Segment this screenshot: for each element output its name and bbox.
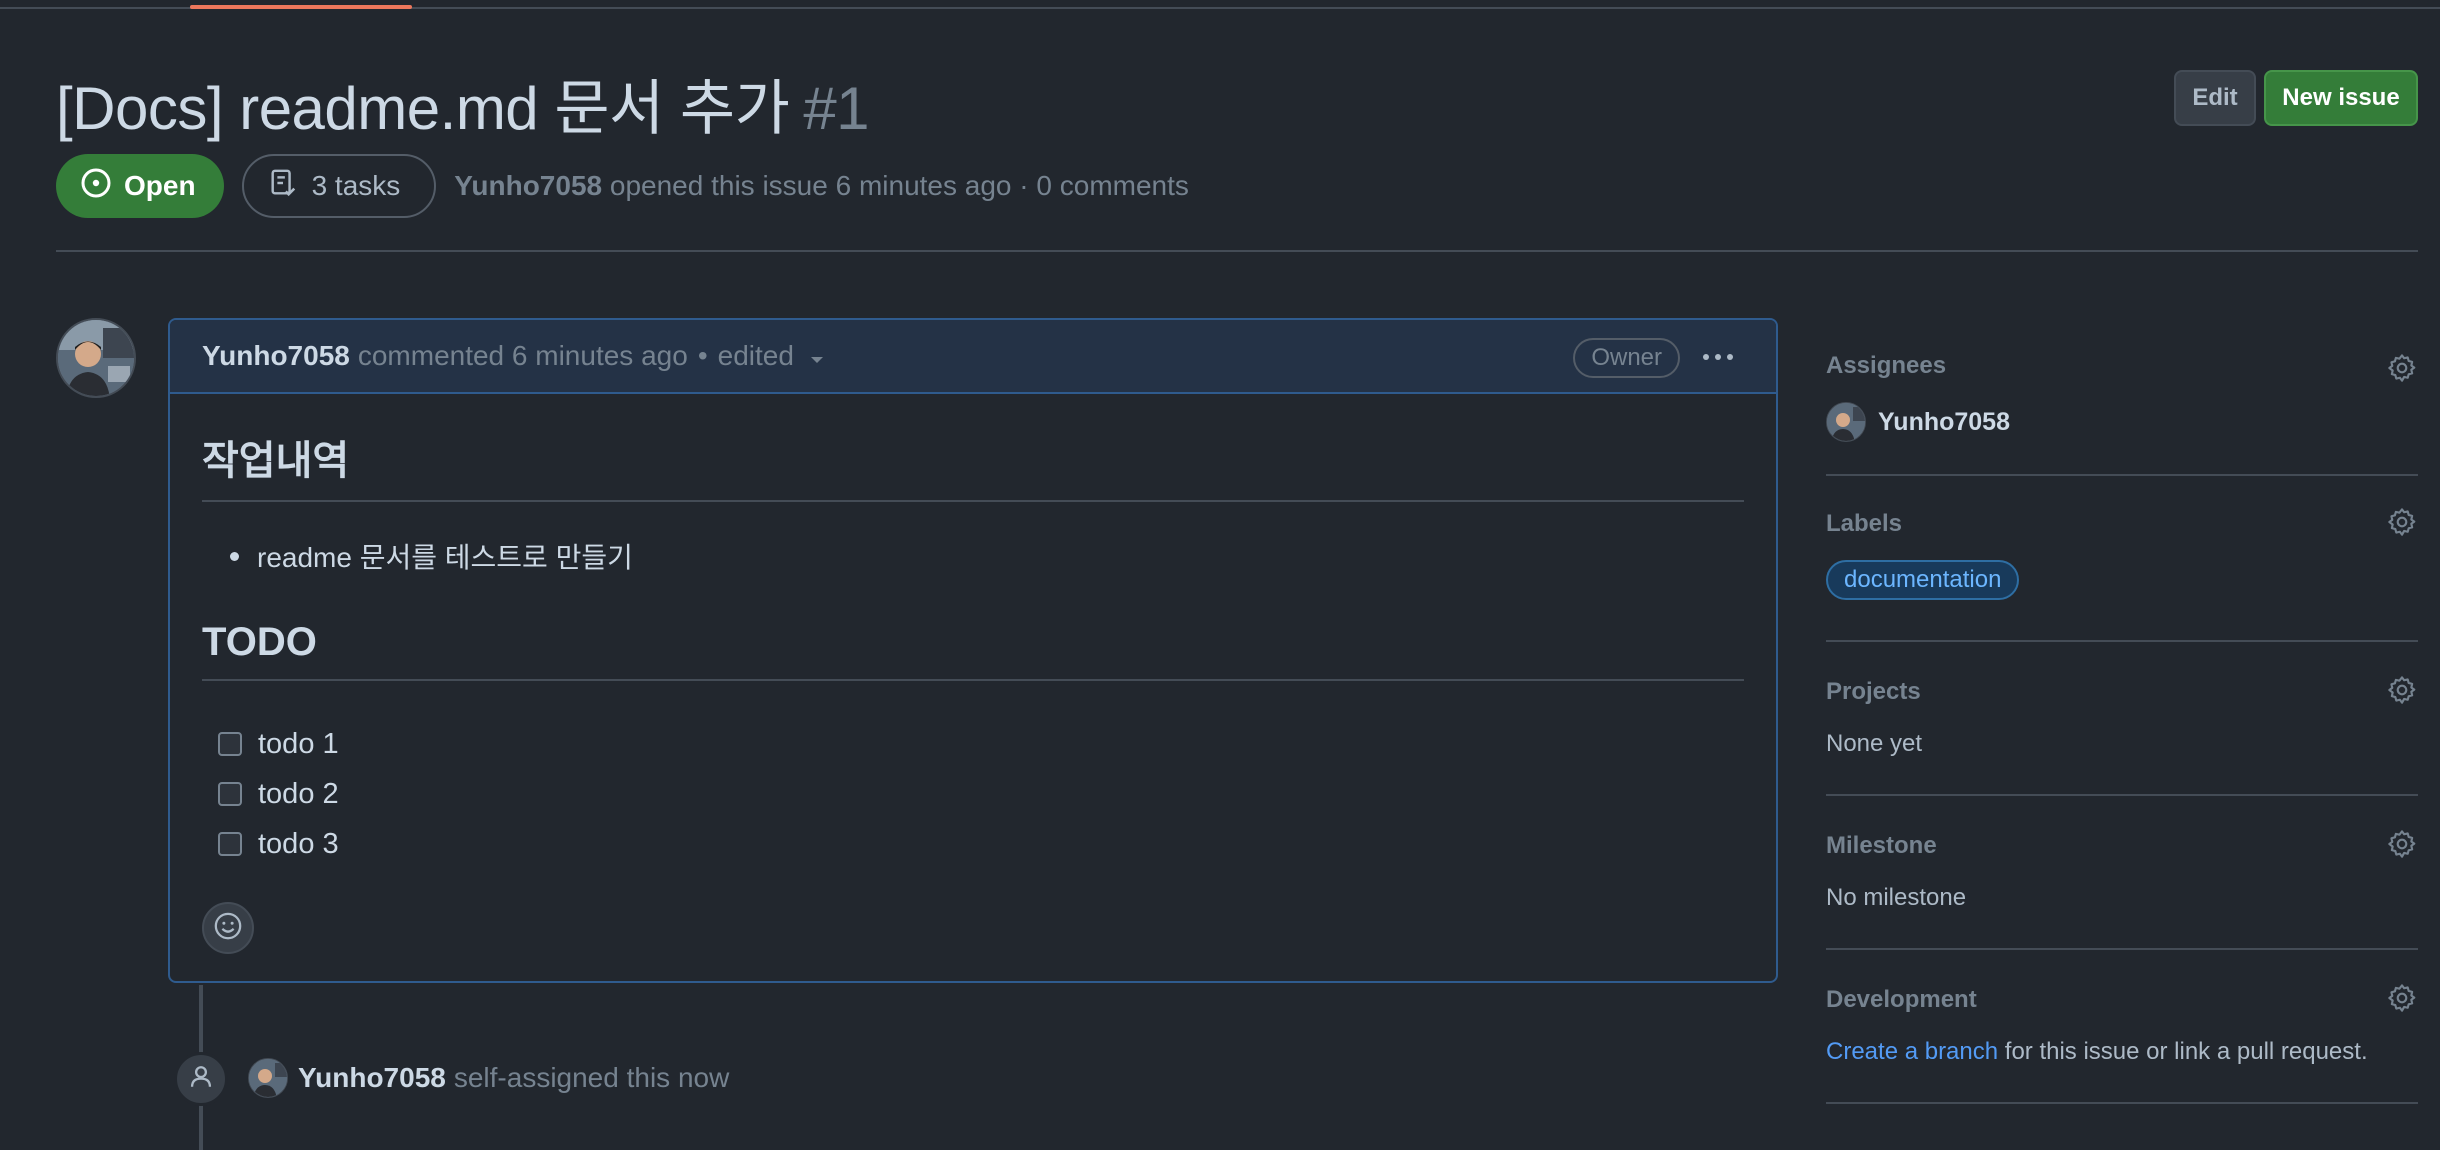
assignee-avatar [1826, 402, 1866, 442]
new-issue-button[interactable]: New issue [2264, 70, 2418, 126]
task-list: todo 1 todo 2 todo 3 [202, 719, 1744, 869]
owner-badge: Owner [1573, 338, 1680, 378]
issue-body-comment: Yunho7058 commented 6 minutes ago • edit… [168, 318, 1778, 983]
issue-title-row: [Docs] readme.md 문서 추가 #1 [56, 60, 870, 147]
issue-meta-row: Open 3 tasks Yunho7058 opened this issue… [56, 154, 1189, 218]
smiley-icon [213, 911, 243, 946]
issue-sidebar: Assignees Yunho7058 Labels documentation… [1826, 338, 2418, 1104]
comment-separator: • [697, 340, 708, 371]
sidebar-labels: Labels documentation [1826, 476, 2418, 642]
development-rest-text: for this issue or link a pull request. [1998, 1038, 2368, 1065]
gear-icon[interactable] [2386, 506, 2418, 543]
sidebar-development-value: Create a branch for this issue or link a… [1826, 1038, 2368, 1066]
sidebar-development-title[interactable]: Development [1826, 986, 1977, 1014]
timeline-event-assign: Yunho7058 self-assigned this now [248, 1056, 729, 1100]
sidebar-assignees-title[interactable]: Assignees [1826, 352, 1946, 380]
comment-header: Yunho7058 commented 6 minutes ago • edit… [170, 320, 1776, 394]
timeline-event-badge [174, 1052, 228, 1106]
gear-icon[interactable] [2386, 982, 2418, 1019]
gear-icon[interactable] [2386, 828, 2418, 865]
create-branch-link[interactable]: Create a branch [1826, 1038, 1998, 1065]
sidebar-milestone-value: No milestone [1826, 884, 1967, 911]
issue-meta-text: Yunho7058 opened this issue 6 minutes ag… [454, 170, 1189, 202]
sidebar-projects-title[interactable]: Projects [1826, 678, 1921, 706]
assignee-name: Yunho7058 [1878, 407, 2010, 436]
sidebar-milestone-title[interactable]: Milestone [1826, 832, 1937, 860]
triangle-down-icon [810, 340, 824, 372]
event-text: self-assigned this now [453, 1062, 730, 1093]
task-label: todo 3 [258, 827, 339, 860]
sidebar-milestone: Milestone No milestone [1826, 796, 2418, 950]
event-avatar[interactable] [248, 1058, 288, 1098]
task-item: todo 3 [202, 819, 1744, 869]
issue-meta-time[interactable]: 6 minutes ago [836, 170, 1012, 201]
issue-state-badge: Open [56, 154, 224, 218]
issue-opened-icon [80, 167, 112, 206]
edit-button[interactable]: Edit [2174, 70, 2256, 126]
issue-author-link[interactable]: Yunho7058 [454, 170, 602, 201]
person-icon [188, 1064, 214, 1095]
issue-title: [Docs] readme.md 문서 추가 #1 [56, 60, 870, 147]
event-author-link[interactable]: Yunho7058 [298, 1062, 446, 1094]
task-checkbox[interactable] [218, 832, 242, 856]
gear-icon[interactable] [2386, 352, 2418, 389]
comment-timestamp[interactable]: commented 6 minutes ago [358, 340, 688, 372]
body-heading-todo: TODO [202, 620, 1744, 681]
issue-number: #1 [803, 75, 870, 142]
task-item: todo 1 [202, 719, 1744, 769]
task-label: todo 1 [258, 727, 339, 760]
comment-body: 작업내역 readme 문서를 테스트로 만들기 TODO todo 1 tod… [170, 428, 1776, 869]
task-checkbox[interactable] [218, 732, 242, 756]
issue-state-label: Open [124, 170, 196, 201]
body-bullet-item: readme 문서를 테스트로 만들기 [202, 536, 1744, 576]
tasklist-icon [268, 167, 298, 206]
edited-label: edited [717, 340, 794, 371]
tasks-count: 3 tasks [311, 170, 401, 201]
body-heading-work: 작업내역 [202, 428, 1744, 502]
issue-meta-action: opened this issue [609, 170, 828, 201]
assignee-item[interactable]: Yunho7058 [1826, 402, 2010, 442]
task-checkbox[interactable] [218, 782, 242, 806]
kebab-icon[interactable] [1700, 342, 1736, 372]
sidebar-assignees: Assignees Yunho7058 [1826, 338, 2418, 476]
sidebar-projects-value: None yet [1826, 730, 1923, 757]
active-tab-indicator [190, 5, 412, 9]
task-label: todo 2 [258, 777, 339, 810]
task-item: todo 2 [202, 769, 1744, 819]
comment-author-link[interactable]: Yunho7058 [202, 340, 350, 372]
sidebar-labels-title[interactable]: Labels [1826, 510, 1902, 538]
edited-dropdown[interactable]: edited [718, 340, 824, 372]
header-divider [56, 250, 2418, 252]
tasks-progress-pill[interactable]: 3 tasks [241, 154, 437, 218]
issue-comment-count: 0 comments [1036, 170, 1189, 201]
author-avatar[interactable] [56, 318, 136, 398]
label-documentation[interactable]: documentation [1826, 560, 2020, 600]
sidebar-projects: Projects None yet [1826, 642, 2418, 796]
gear-icon[interactable] [2386, 674, 2418, 711]
issue-title-text: [Docs] readme.md 문서 추가 [56, 75, 790, 142]
add-reaction-button[interactable] [202, 902, 254, 954]
issue-meta-separator: · [1019, 170, 1029, 201]
sidebar-development: Development Create a branch for this iss… [1826, 950, 2418, 1104]
